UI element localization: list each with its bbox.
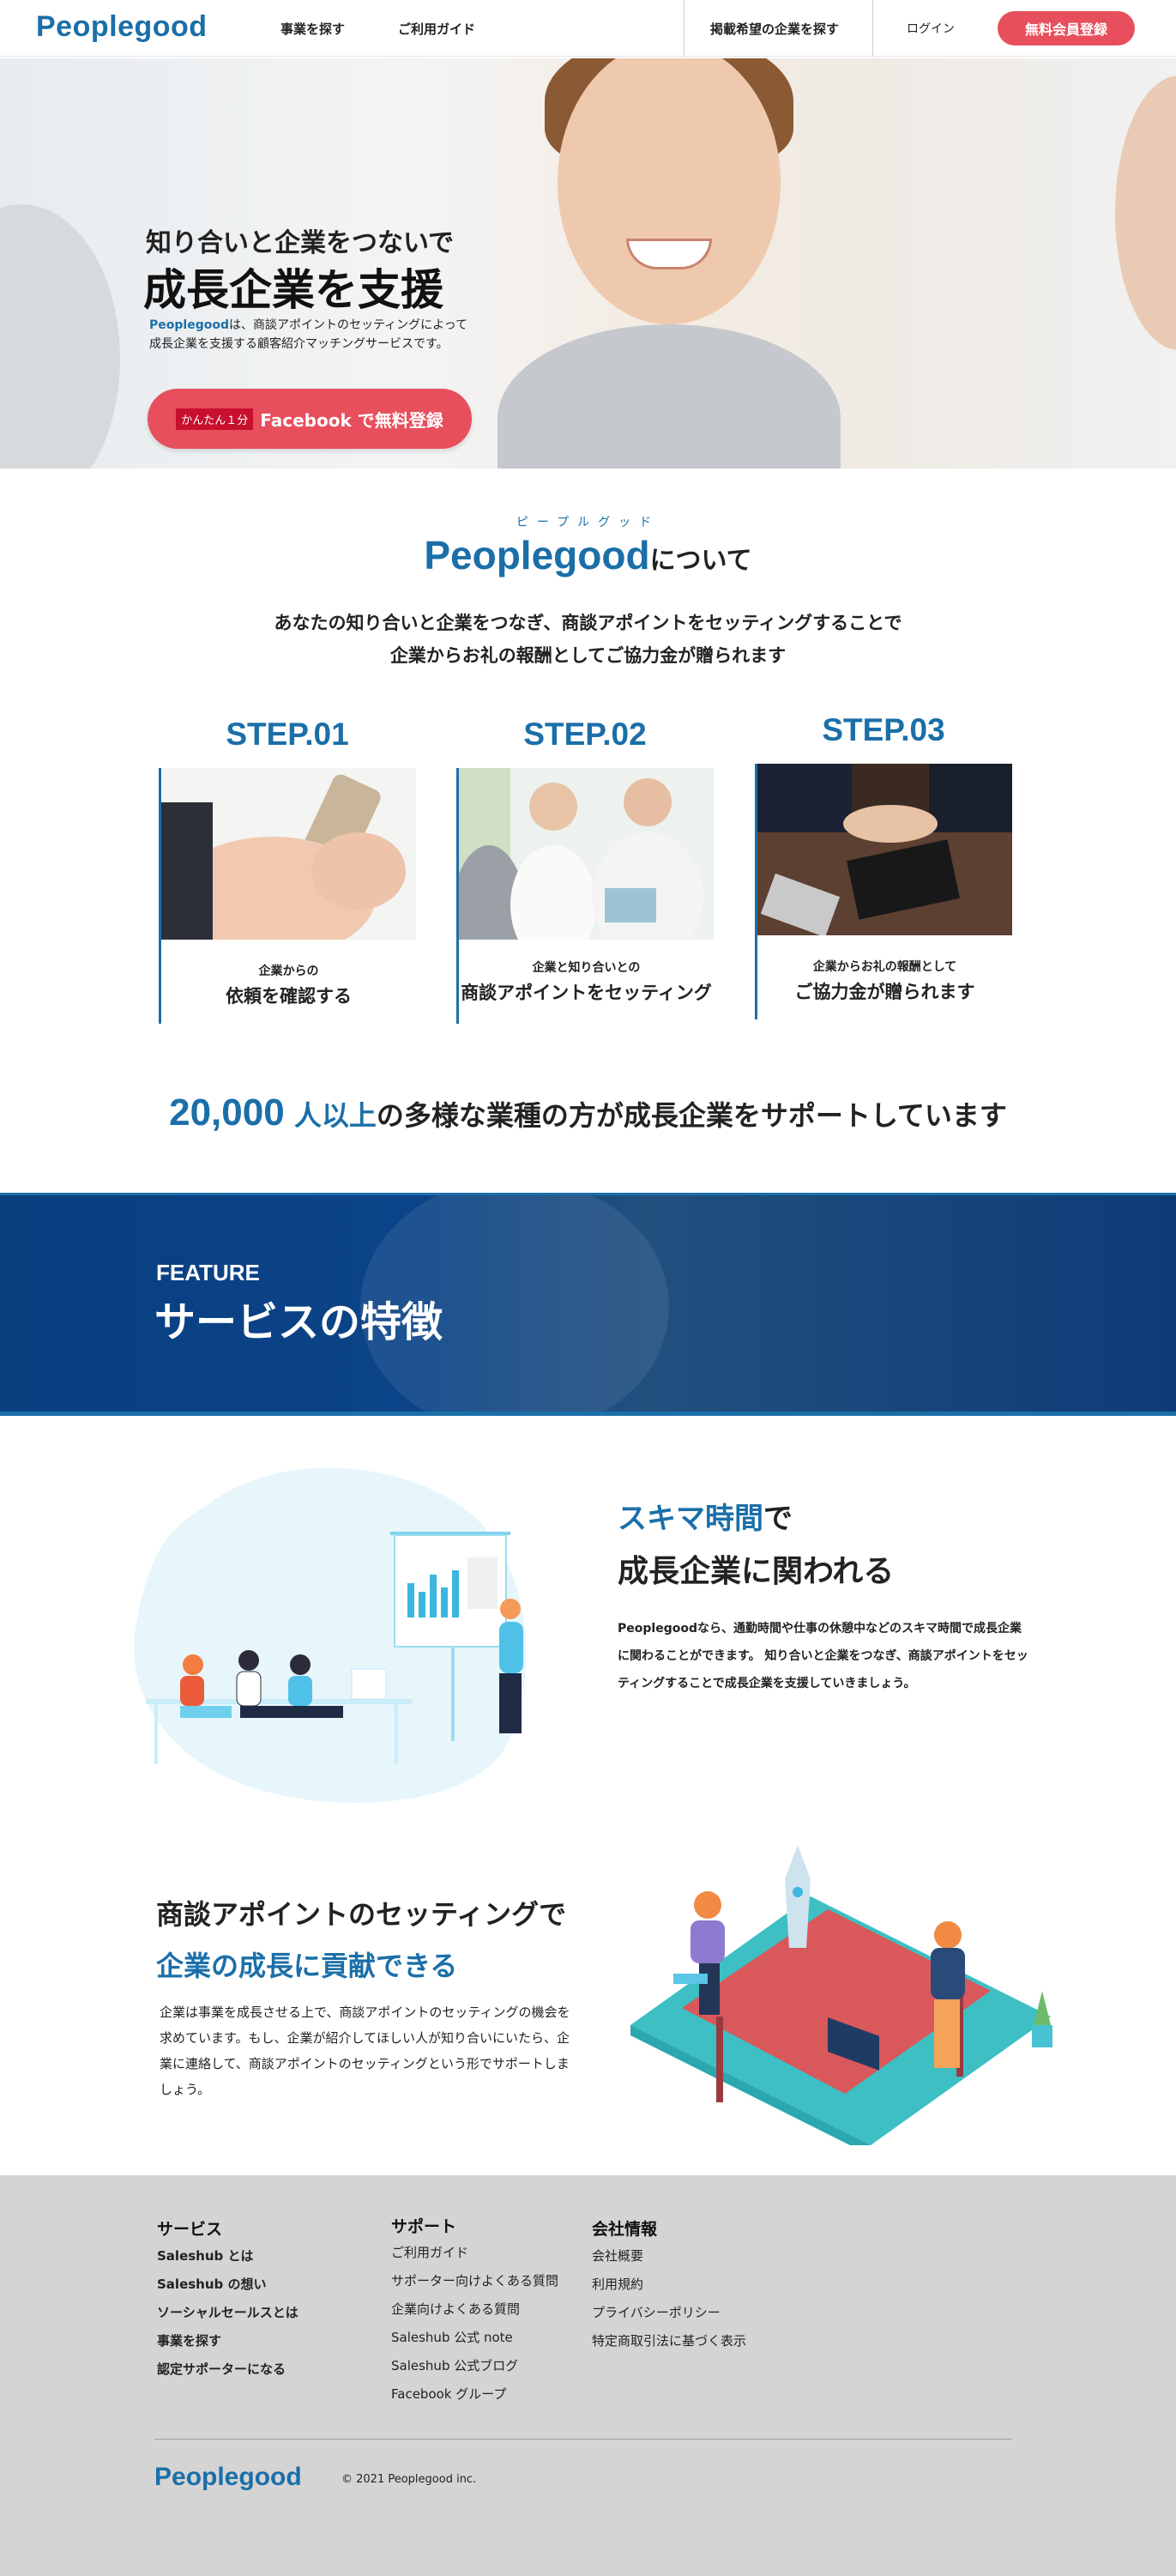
feature1-heading-highlight: スキマ時間 bbox=[618, 1502, 763, 1536]
step-2-photo bbox=[459, 768, 714, 940]
feature1-body: Peoplegoodなら、通勤時間や仕事の休憩中などのスキマ時間で成長企業に関わ… bbox=[618, 1622, 1028, 1690]
hero-photo-person-left bbox=[0, 204, 120, 469]
footer-link[interactable]: 利用規約 bbox=[592, 2275, 643, 2293]
header-logo[interactable]: Peoplegood bbox=[36, 10, 208, 44]
step-3: STEP.03 企業からお礼の報酬として ご協力金が贈られます bbox=[755, 712, 1012, 1021]
nav-find-companies[interactable]: 掲載希望の企業を探す bbox=[710, 20, 839, 38]
step-card: 企業と知り合いとの 商談アポイントをセッティング bbox=[456, 768, 714, 1024]
step-label: STEP.03 bbox=[822, 712, 945, 747]
about-title-suffix: について bbox=[649, 546, 752, 576]
step-small-text: 企業からの bbox=[258, 964, 319, 978]
step-card: 企業からお礼の報酬として ご協力金が贈られます bbox=[755, 764, 1012, 1019]
step-card: 企業からの 依頼を確認する bbox=[159, 768, 416, 1024]
footer-link[interactable]: 認定サポーターになる bbox=[157, 2360, 286, 2378]
footer-link[interactable]: Saleshub の想い bbox=[157, 2275, 267, 2293]
hero-desc-line1: は、商談アポイントのセッティングによって bbox=[228, 318, 468, 332]
about-title-brand: Peoplegood bbox=[424, 533, 650, 577]
step-big-text: ご協力金が贈られます bbox=[794, 982, 975, 1002]
footer-link[interactable]: ご利用ガイド bbox=[391, 2243, 468, 2261]
hero-description: Peoplegoodは、商談アポイントのセッティングによって 成長企業を支援する… bbox=[149, 316, 467, 354]
about-title: Peoplegoodについて bbox=[0, 532, 1176, 578]
about-line-1: あなたの知り合いと企業をつなぎ、商談アポイントをセッティングすることで bbox=[274, 613, 902, 633]
step-label: STEP.02 bbox=[523, 717, 647, 752]
hero-desc-brand: Peoplegood bbox=[149, 318, 229, 332]
stat-unit: 人以上 bbox=[284, 1099, 377, 1132]
footer-link[interactable]: 会社概要 bbox=[592, 2246, 643, 2265]
startup-team-illustration bbox=[613, 1693, 1059, 2156]
hero-desc-line2: 成長企業を支援する顧客紹介マッチングサービスです。 bbox=[149, 337, 449, 351]
step-label: STEP.01 bbox=[226, 717, 349, 752]
footer-link[interactable]: 事業を探す bbox=[157, 2331, 221, 2349]
login-link[interactable]: ログイン bbox=[907, 20, 955, 37]
footer-link[interactable]: プライバシーポリシー bbox=[592, 2303, 721, 2321]
signup-button[interactable]: 無料会員登録 bbox=[998, 11, 1135, 45]
footer-copyright: © 2021 Peoplegood inc. bbox=[341, 2473, 477, 2486]
supporters-stat: 20,000 人以上の多様な業種の方が成長企業をサポートしています bbox=[0, 1091, 1176, 1134]
hero-subtitle: 知り合いと企業をつないで bbox=[146, 228, 455, 258]
footer-col1-title: サービス bbox=[157, 2220, 223, 2239]
feature1-heading-2: 成長企業に関われる bbox=[618, 1554, 895, 1589]
footer-link[interactable]: Saleshub 公式ブログ bbox=[391, 2356, 518, 2374]
feature1-heading-rest: で bbox=[763, 1502, 793, 1536]
facebook-signup-button[interactable]: かんたん１分 Facebook で無料登録 bbox=[148, 389, 472, 449]
step-1-photo bbox=[161, 768, 416, 940]
site-header: Peoplegood 事業を探す ご利用ガイド 掲載希望の企業を探す ログイン … bbox=[0, 0, 1176, 57]
footer-logo[interactable]: Peoplegood bbox=[154, 2463, 302, 2492]
about-line-2: 企業からお礼の報酬としてご協力金が贈られます bbox=[389, 645, 787, 666]
footer-col3-title: 会社情報 bbox=[592, 2220, 658, 2239]
hero-section: 知り合いと企業をつないで 成長企業を支援 Peoplegoodは、商談アポイント… bbox=[0, 58, 1176, 469]
step-small-text: 企業からお礼の報酬として bbox=[812, 960, 957, 974]
step-big-text: 商談アポイントをセッティング bbox=[461, 983, 712, 1003]
hero-photo-person-right bbox=[1115, 76, 1176, 350]
step-big-text: 依頼を確認する bbox=[226, 986, 352, 1007]
footer-link[interactable]: 特定商取引法に基づく表示 bbox=[592, 2331, 746, 2349]
nav-divider bbox=[872, 0, 873, 57]
team-meeting-illustration bbox=[129, 1454, 558, 1806]
hero-title: 成長企業を支援 bbox=[143, 265, 443, 315]
feature2-heading-2: 企業の成長に貢献できる bbox=[156, 1950, 458, 1982]
footer-col2-title: サポート bbox=[391, 2217, 457, 2236]
footer-link[interactable]: 企業向けよくある質問 bbox=[391, 2300, 520, 2318]
feature-kicker: FEATURE bbox=[156, 1260, 260, 1285]
footer-divider bbox=[154, 2439, 1012, 2440]
cta-tag: かんたん１分 bbox=[176, 408, 254, 430]
footer-link[interactable]: Saleshub とは bbox=[157, 2246, 254, 2265]
hero-photo-woman bbox=[498, 58, 841, 469]
footer-link[interactable]: Saleshub 公式 note bbox=[391, 2328, 513, 2346]
step-2: STEP.02 企業と知り合いとの 商談アポイントをセッティング bbox=[456, 717, 714, 1025]
step-3-photo bbox=[757, 764, 1012, 935]
feature-title: サービスの特徴 bbox=[154, 1298, 443, 1346]
stat-number: 20,000 bbox=[169, 1091, 285, 1134]
feature2-heading-1: 商談アポイントのセッティングで bbox=[156, 1898, 567, 1931]
footer-link[interactable]: サポーター向けよくある質問 bbox=[391, 2271, 558, 2289]
nav-user-guide[interactable]: ご利用ガイド bbox=[398, 20, 475, 38]
footer-link[interactable]: Facebook グループ bbox=[391, 2385, 506, 2403]
footer-link[interactable]: ソーシャルセールスとは bbox=[157, 2303, 299, 2321]
feature1-heading-1: スキマ時間で bbox=[618, 1495, 793, 1537]
cta-label: Facebook で無料登録 bbox=[260, 409, 443, 431]
site-footer: サービス Saleshub とは Saleshub の想い ソーシャルセールスと… bbox=[0, 2175, 1176, 2576]
step-small-text: 企業と知り合いとの bbox=[532, 961, 641, 975]
step-1: STEP.01 企業からの 依頼を確認する bbox=[159, 717, 416, 1025]
feature2-body: 企業は事業を成長させる上で、商談アポイントのセッティングの機会を求めています。も… bbox=[160, 2005, 570, 2097]
stat-text: の多様な業種の方が成長企業をサポートしています bbox=[376, 1099, 1007, 1132]
feature-banner: FEATURE サービスの特徴 bbox=[0, 1193, 1176, 1416]
nav-find-business[interactable]: 事業を探す bbox=[280, 20, 345, 38]
about-ruby: ピープルグッド bbox=[516, 516, 660, 529]
